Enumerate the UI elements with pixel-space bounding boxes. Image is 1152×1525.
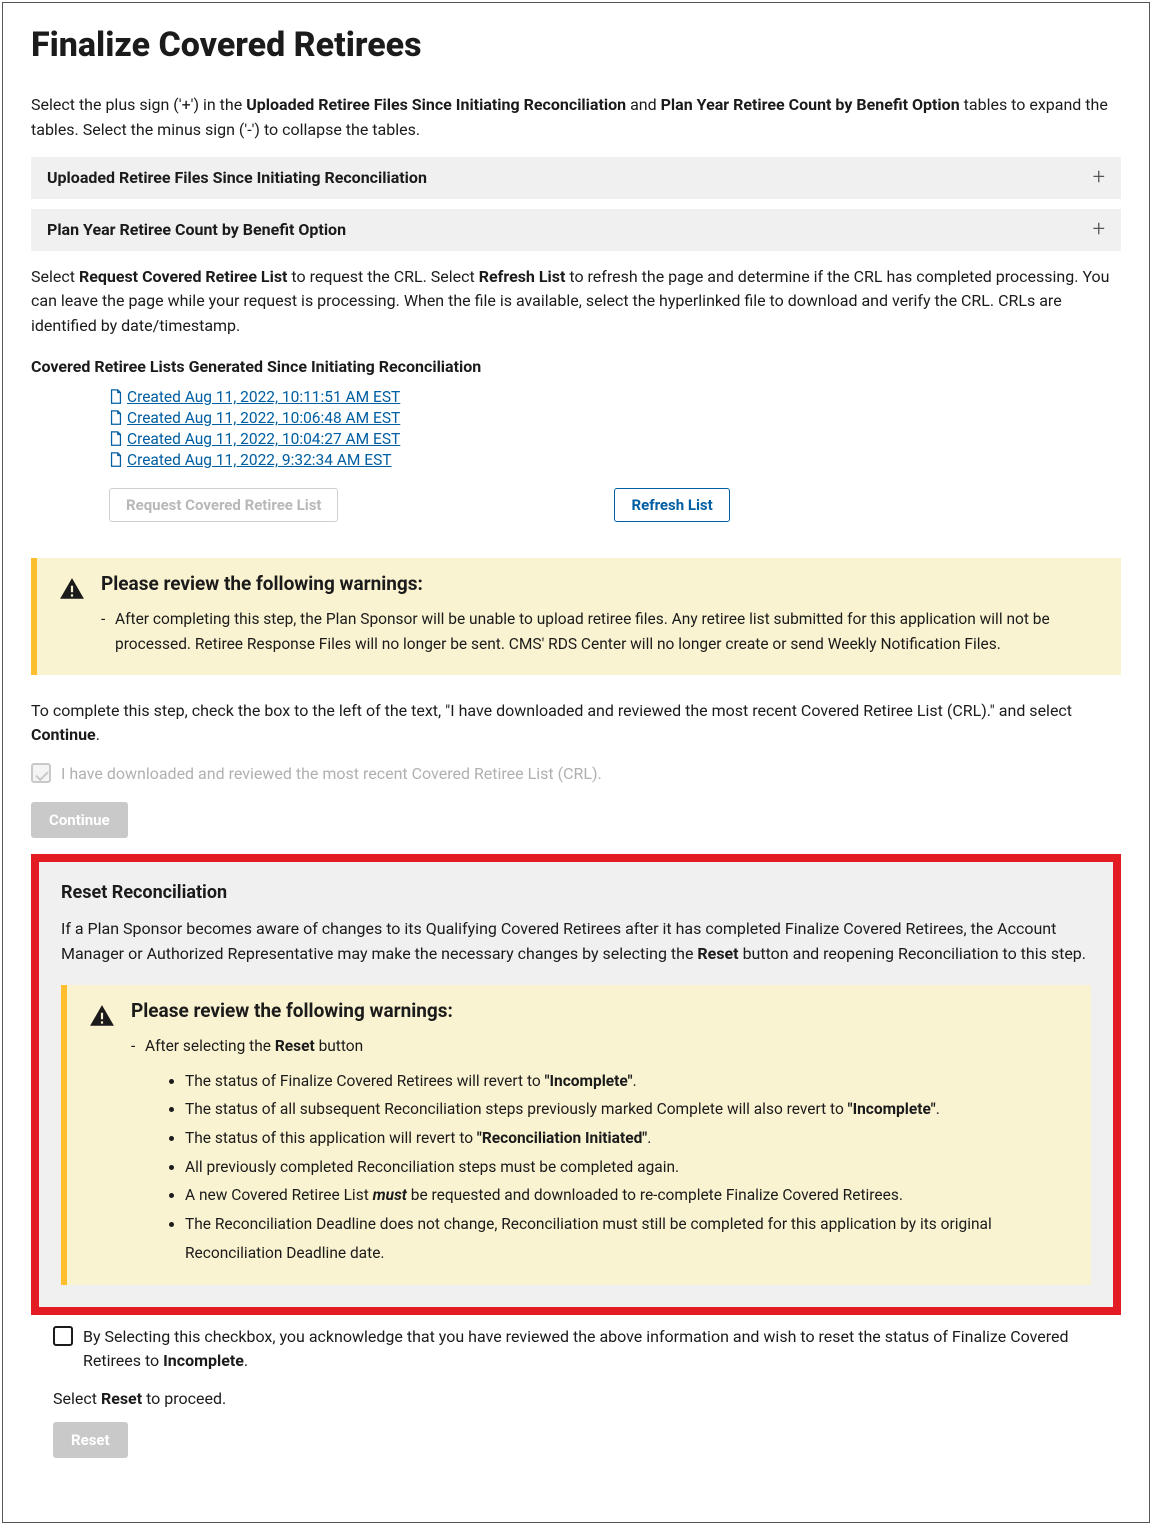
download-checkbox-row: I have downloaded and reviewed the most … — [31, 762, 1121, 786]
reset-ack-label: By Selecting this checkbox, you acknowle… — [83, 1325, 1121, 1373]
crl-file-link[interactable]: Created Aug 11, 2022, 9:32:34 AM EST — [109, 451, 392, 469]
bullet-item: A new Covered Retiree List must be reque… — [185, 1181, 1069, 1210]
accordion-plan-year-count[interactable]: Plan Year Retiree Count by Benefit Optio… — [31, 209, 1121, 251]
continue-button[interactable]: Continue — [31, 802, 128, 838]
refresh-list-button[interactable]: Refresh List — [614, 488, 729, 522]
bullet-item: The Reconciliation Deadline does not cha… — [185, 1210, 1069, 1267]
request-crl-button[interactable]: Request Covered Retiree List — [109, 488, 338, 522]
complete-instruction: To complete this step, check the box to … — [31, 699, 1121, 749]
reset-section: Reset Reconciliation If a Plan Sponsor b… — [39, 862, 1113, 1307]
warning-lead: After selecting the Reset button The sta… — [131, 1034, 1069, 1268]
warning-item: After completing this step, the Plan Spo… — [101, 607, 1099, 657]
crl-file-link[interactable]: Created Aug 11, 2022, 10:11:51 AM EST — [109, 388, 400, 406]
warning-alert-2: Please review the following warnings: Af… — [61, 985, 1091, 1286]
expand-icon: + — [1093, 167, 1105, 189]
warning-alert-1: Please review the following warnings: Af… — [31, 558, 1121, 675]
reset-button[interactable]: Reset — [53, 1422, 128, 1458]
bullet-item: The status of this application will reve… — [185, 1124, 1069, 1153]
file-icon — [109, 389, 123, 405]
reset-highlight-frame: Reset Reconciliation If a Plan Sponsor b… — [31, 854, 1121, 1315]
reset-proceed-text: Select Reset to proceed. — [53, 1389, 1121, 1408]
accordion-uploaded-files-label: Uploaded Retiree Files Since Initiating … — [47, 168, 427, 187]
crl-list-heading: Covered Retiree Lists Generated Since In… — [31, 357, 1121, 376]
bullet-item: The status of Finalize Covered Retirees … — [185, 1067, 1069, 1096]
accordion-uploaded-files[interactable]: Uploaded Retiree Files Since Initiating … — [31, 157, 1121, 199]
crl-file-list: Created Aug 11, 2022, 10:11:51 AM EST Cr… — [109, 388, 1121, 472]
intro-text: Select the plus sign ('+') in the Upload… — [31, 93, 1121, 143]
accordion-plan-year-count-label: Plan Year Retiree Count by Benefit Optio… — [47, 220, 346, 239]
reset-body: If a Plan Sponsor becomes aware of chang… — [61, 917, 1091, 967]
bullet-item: All previously completed Reconciliation … — [185, 1153, 1069, 1182]
file-icon — [109, 431, 123, 447]
file-icon — [109, 452, 123, 468]
warning-heading: Please review the following warnings: — [101, 572, 1099, 595]
reset-ack-row: By Selecting this checkbox, you acknowle… — [53, 1325, 1121, 1373]
download-checkbox[interactable] — [31, 763, 51, 783]
warning-icon — [59, 576, 85, 602]
file-icon — [109, 410, 123, 426]
warning-icon — [89, 1003, 115, 1029]
warning-heading: Please review the following warnings: — [131, 999, 1069, 1022]
reset-ack-checkbox[interactable] — [53, 1326, 73, 1346]
page-title: Finalize Covered Retirees — [31, 25, 1121, 65]
expand-icon: + — [1093, 219, 1105, 241]
crl-instructions: Select Request Covered Retiree List to r… — [31, 265, 1121, 339]
reset-heading: Reset Reconciliation — [61, 882, 1091, 903]
bullet-item: The status of all subsequent Reconciliat… — [185, 1095, 1069, 1124]
crl-file-link[interactable]: Created Aug 11, 2022, 10:06:48 AM EST — [109, 409, 400, 427]
crl-file-link[interactable]: Created Aug 11, 2022, 10:04:27 AM EST — [109, 430, 400, 448]
download-checkbox-label: I have downloaded and reviewed the most … — [61, 762, 602, 786]
